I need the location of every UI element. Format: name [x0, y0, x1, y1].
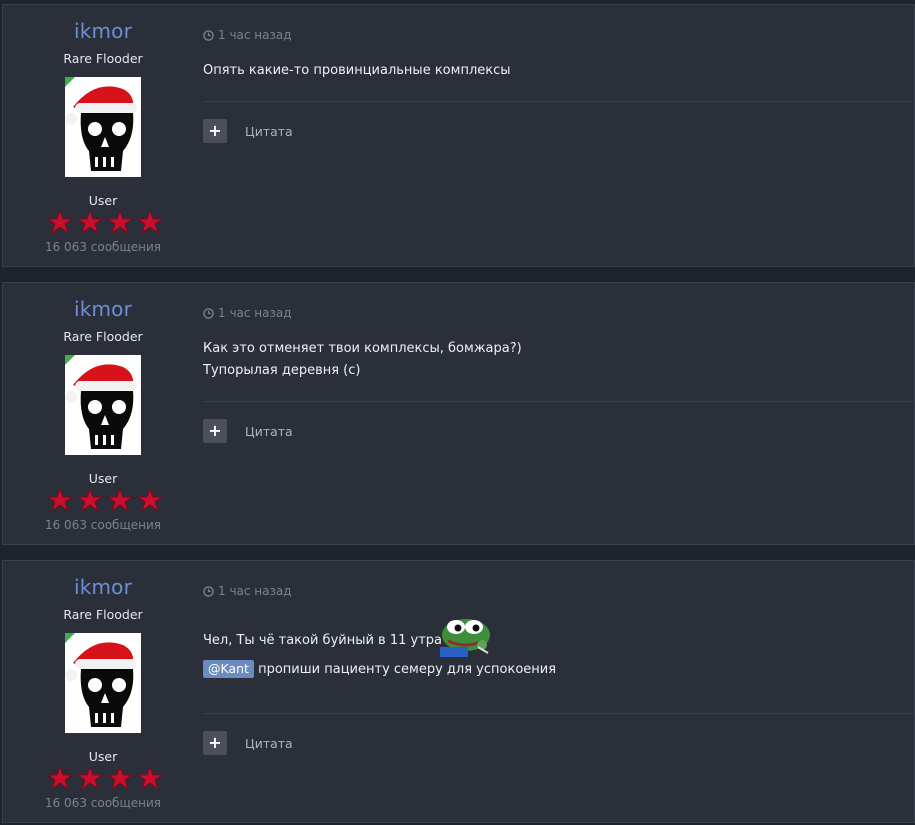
post-content: Как это отменяет твои комплексы, бомжара…: [203, 338, 522, 382]
post-time: 1 час назад: [218, 28, 292, 42]
avatar-skull-santa-image: [65, 355, 141, 455]
divider: [203, 101, 914, 102]
divider: [203, 713, 914, 714]
post-line-text: Чел, Ты чё такой буйный в 11 утра: [203, 633, 443, 648]
post-actions: + Цитата: [203, 419, 293, 443]
rank-badges: [47, 766, 163, 790]
clock-icon: [203, 29, 214, 41]
avatar[interactable]: [65, 77, 141, 177]
post-meta[interactable]: 1 час назад: [203, 28, 292, 42]
online-indicator: [65, 77, 75, 87]
quote-button[interactable]: Цитата: [245, 124, 293, 139]
author-post-count: 16 063 сообщения: [44, 518, 162, 532]
quote-button[interactable]: Цитата: [245, 736, 293, 751]
multiquote-button[interactable]: +: [203, 731, 227, 755]
clock-icon: [203, 307, 214, 319]
online-indicator: [65, 355, 75, 365]
plus-icon: +: [208, 121, 222, 140]
plus-icon: +: [208, 421, 222, 440]
post-actions: + Цитата: [203, 119, 293, 143]
rank-badges: [47, 488, 163, 512]
red-star-icon: [107, 488, 133, 512]
multiquote-button[interactable]: +: [203, 119, 227, 143]
post-content: Опять какие-то провинциальные комплексы: [203, 60, 511, 82]
author-username[interactable]: ikmor: [3, 19, 203, 43]
author-rank-title: Rare Flooder: [63, 607, 143, 622]
author-group: User: [88, 471, 118, 486]
post-line: Чел, Ты чё такой буйный в 11 утра: [203, 619, 556, 659]
author-post-count: 16 063 сообщения: [44, 796, 162, 810]
user-mention[interactable]: @Kant: [203, 660, 254, 678]
avatar-skull-santa-image: [65, 77, 141, 177]
plus-icon: +: [208, 733, 222, 752]
pepe-emoji-icon: [440, 619, 491, 657]
avatar-skull-santa-image: [65, 633, 141, 733]
divider: [203, 401, 914, 402]
author-username[interactable]: ikmor: [3, 575, 203, 599]
post-meta[interactable]: 1 час назад: [203, 584, 292, 598]
avatar[interactable]: [65, 355, 141, 455]
author-rank-title: Rare Flooder: [63, 51, 143, 66]
author-post-count: 16 063 сообщения: [44, 240, 162, 254]
red-star-icon: [47, 488, 73, 512]
red-star-icon: [137, 210, 163, 234]
online-indicator: [65, 633, 75, 643]
red-star-icon: [137, 766, 163, 790]
post-time: 1 час назад: [218, 306, 292, 320]
red-star-icon: [137, 488, 163, 512]
post-line: Опять какие-то провинциальные комплексы: [203, 63, 511, 78]
post-actions: + Цитата: [203, 731, 293, 755]
red-star-icon: [77, 488, 103, 512]
post-time: 1 час назад: [218, 584, 292, 598]
author-username[interactable]: ikmor: [3, 297, 203, 321]
red-star-icon: [77, 210, 103, 234]
post-line: Как это отменяет твои комплексы, бомжара…: [203, 341, 522, 356]
multiquote-button[interactable]: +: [203, 419, 227, 443]
post-meta[interactable]: 1 час назад: [203, 306, 292, 320]
post-line-text: пропиши пациенту семеру для успокоения: [253, 662, 557, 677]
author-rank-title: Rare Flooder: [63, 329, 143, 344]
post: ikmor Rare Flooder User 16 063 сообщения…: [2, 282, 915, 545]
post-content: Чел, Ты чё такой буйный в 11 утра @Kant …: [203, 619, 556, 681]
red-star-icon: [77, 766, 103, 790]
rank-badges: [47, 210, 163, 234]
author-group: User: [88, 749, 118, 764]
quote-button[interactable]: Цитата: [245, 424, 293, 439]
post: ikmor Rare Flooder User 16 063 сообщения…: [2, 4, 915, 267]
red-star-icon: [47, 766, 73, 790]
clock-icon: [203, 585, 214, 597]
post-line: Тупорылая деревня (с): [203, 363, 361, 378]
post: ikmor Rare Flooder User 16 063 сообщения…: [2, 560, 915, 823]
red-star-icon: [107, 210, 133, 234]
red-star-icon: [47, 210, 73, 234]
red-star-icon: [107, 766, 133, 790]
avatar[interactable]: [65, 633, 141, 733]
post-line: @Kant пропиши пациенту семеру для успоко…: [203, 659, 556, 681]
author-group: User: [88, 193, 118, 208]
